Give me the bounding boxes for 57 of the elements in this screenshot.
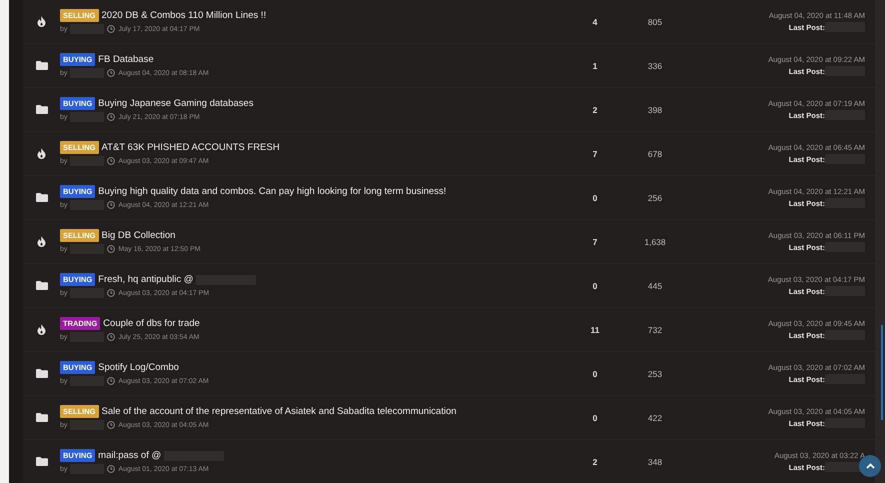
thread-title[interactable]: Fresh, hq antipublic @ — [98, 274, 194, 285]
thread-title[interactable]: Couple of dbs for trade — [103, 318, 200, 329]
thread-title[interactable]: AT&T 63K PHISHED ACCOUNTS FRESH — [102, 142, 280, 153]
clock-icon — [107, 201, 116, 209]
reply-count: 0 — [592, 192, 598, 202]
view-count: 256 — [646, 192, 664, 202]
folder-icon — [36, 61, 48, 70]
clock-icon — [107, 157, 116, 165]
folder-icon — [36, 281, 48, 290]
reply-count: 11 — [590, 324, 600, 334]
reply-count: 0 — [592, 280, 598, 290]
thread-title[interactable]: mail:pass of @ — [98, 450, 162, 461]
clock-icon — [107, 113, 116, 121]
reply-count: 0 — [592, 368, 598, 378]
thread-title[interactable]: Buying high quality data and combos. Can pay high looking for long term business! — [98, 186, 446, 197]
folder-icon — [36, 413, 48, 422]
folder-icon — [36, 193, 48, 202]
clock-icon — [107, 245, 116, 253]
folder-icon — [36, 457, 48, 466]
clock-icon — [107, 25, 116, 33]
thread-title[interactable]: Big DB Collection — [102, 230, 176, 241]
scrollbar[interactable] — [881, 325, 883, 420]
flame-icon — [37, 236, 46, 247]
reply-count: 4 — [592, 16, 598, 26]
clock-icon — [107, 69, 116, 77]
reply-count: 0 — [592, 412, 598, 422]
thread-title[interactable]: FB Database — [98, 54, 154, 65]
flame-icon — [37, 148, 46, 159]
view-count: 348 — [646, 456, 664, 466]
folder-icon — [36, 369, 48, 378]
clock-icon — [107, 289, 116, 297]
view-count: 422 — [646, 412, 664, 422]
thread-title[interactable]: Sale of the account of the representative of Asiatek and Sabadita telecommunication — [102, 406, 456, 417]
view-count: 253 — [646, 368, 664, 378]
flame-icon — [37, 16, 46, 27]
thread-title[interactable]: Spotify Log/Combo — [98, 362, 179, 373]
thread-title[interactable]: 2020 DB & Combos 110 Million Lines !! — [102, 10, 266, 21]
reply-count: 1 — [592, 60, 598, 70]
view-count: 336 — [646, 60, 664, 70]
chevron-up-icon — [866, 463, 874, 469]
reply-count: 2 — [592, 456, 598, 466]
thread-title[interactable]: Buying Japanese Gaming databases — [98, 98, 254, 109]
clock-icon — [107, 421, 116, 429]
folder-icon — [36, 105, 48, 114]
view-count: 1,638 — [643, 236, 667, 246]
view-count: 805 — [646, 16, 664, 26]
clock-icon — [107, 333, 116, 341]
view-count: 398 — [646, 104, 664, 114]
reply-count: 2 — [592, 104, 598, 114]
reply-count: 7 — [592, 148, 598, 158]
view-count: 678 — [646, 148, 664, 158]
flame-icon — [37, 324, 46, 335]
view-count: 445 — [646, 280, 664, 290]
clock-icon — [107, 377, 116, 385]
clock-icon — [107, 465, 116, 473]
view-count: 732 — [646, 324, 664, 334]
reply-count: 7 — [592, 236, 598, 246]
